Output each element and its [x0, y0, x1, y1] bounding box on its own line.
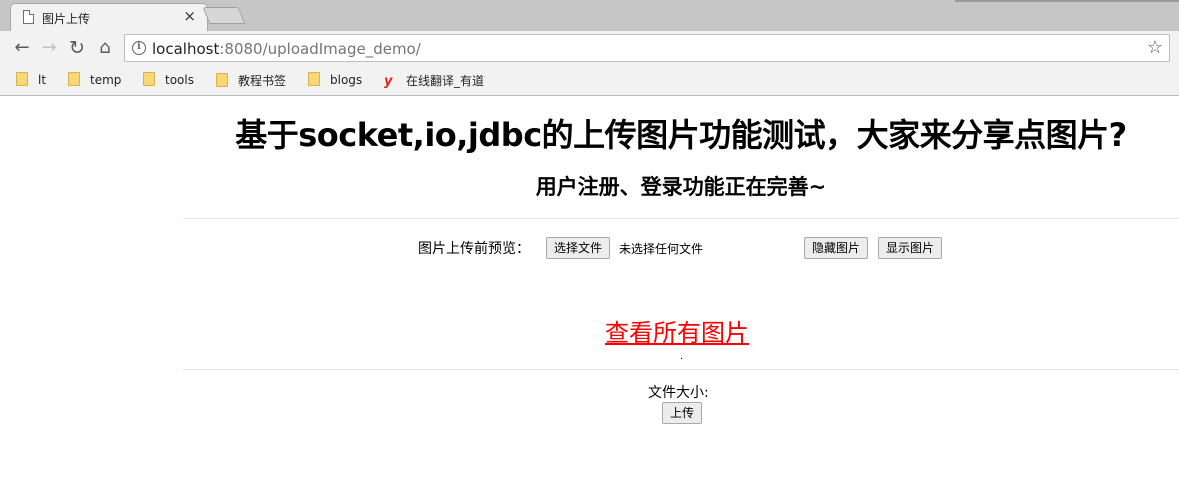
folder-icon: [68, 72, 80, 86]
browser-toolbar: ← → ↻ ⌂ i localhost:8080/uploadImage_dem…: [0, 31, 1179, 65]
bookmark-label: 教程书签: [238, 74, 287, 88]
divider: [183, 369, 1179, 370]
page-title: 基于socket,io,jdbc的上传图片功能测试，大家来分享点图片?: [235, 116, 1127, 154]
page-favicon-icon: [23, 10, 34, 24]
bookmark-blogs[interactable]: blogs: [308, 72, 362, 89]
show-image-button[interactable]: 显示图片: [878, 237, 943, 259]
bookmark-label: 在线翻译_有道: [406, 74, 485, 88]
new-tab-button[interactable]: [202, 7, 246, 24]
divider: [183, 218, 1179, 219]
bookmark-star-icon[interactable]: ☆: [1147, 37, 1163, 58]
choose-file-button[interactable]: 选择文件: [546, 237, 611, 259]
page-subtitle: 用户注册、登录功能正在完善~: [535, 175, 827, 199]
bookmark-label: blogs: [330, 73, 363, 87]
folder-icon: [308, 72, 320, 86]
preview-label: 图片上传前预览：: [418, 241, 530, 257]
reload-icon[interactable]: ↻: [66, 37, 88, 59]
dot-text: .: [680, 351, 684, 362]
back-arrow-icon[interactable]: ←: [11, 37, 33, 59]
site-info-icon[interactable]: i: [132, 41, 146, 55]
url-path: :8080/uploadImage_demo/: [219, 40, 421, 58]
bookmark-tools[interactable]: tools: [143, 72, 194, 89]
active-tab[interactable]: 图片上传 ×: [10, 3, 208, 31]
url-text[interactable]: localhost:8080/uploadImage_demo/: [152, 40, 421, 58]
bookmarks-bar: lt temp tools 教程书签 blogs y 在线翻译_有道: [0, 65, 1179, 96]
page-content: 基于socket,io,jdbc的上传图片功能测试，大家来分享点图片? 用户注册…: [0, 97, 1179, 479]
tab-strip: 图片上传 ×: [0, 0, 1179, 31]
bookmark-tutorials[interactable]: 教程书签: [216, 72, 286, 89]
upload-button[interactable]: 上传: [662, 402, 703, 424]
file-status-text: 未选择任何文件: [619, 242, 704, 256]
folder-icon: [216, 73, 228, 87]
folder-icon: [16, 72, 28, 86]
address-bar[interactable]: i localhost:8080/uploadImage_demo/ ☆: [124, 34, 1170, 62]
home-icon[interactable]: ⌂: [94, 37, 116, 59]
bookmark-youdao[interactable]: y 在线翻译_有道: [384, 72, 484, 89]
bookmark-label: temp: [90, 73, 122, 87]
folder-icon: [143, 72, 155, 86]
bookmark-temp[interactable]: temp: [68, 72, 121, 89]
youdao-icon: y: [384, 74, 393, 89]
view-all-images-link[interactable]: 查看所有图片: [605, 313, 749, 348]
window-edge: [955, 0, 1179, 2]
forward-arrow-icon[interactable]: →: [38, 37, 60, 59]
tab-close-icon[interactable]: ×: [183, 7, 196, 25]
hide-image-button[interactable]: 隐藏图片: [804, 237, 869, 259]
url-host: localhost: [152, 40, 220, 58]
bookmark-label: lt: [38, 73, 47, 87]
file-size-label: 文件大小:: [648, 385, 709, 401]
bookmark-label: tools: [165, 73, 194, 87]
bookmark-lt[interactable]: lt: [16, 72, 46, 89]
tab-title: 图片上传: [42, 12, 91, 26]
